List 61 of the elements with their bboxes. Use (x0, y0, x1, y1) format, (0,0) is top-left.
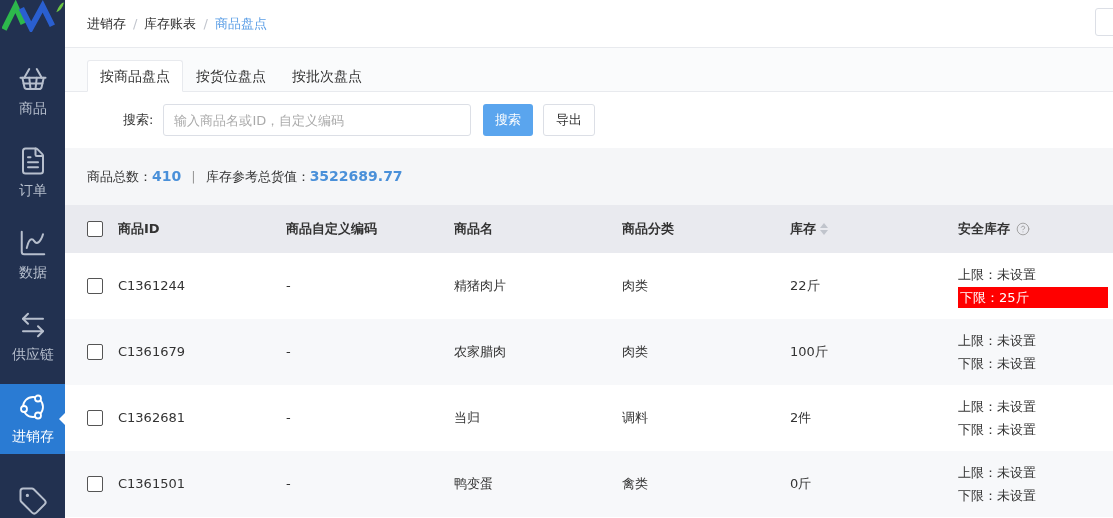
breadcrumb-separator: / (133, 14, 138, 33)
table-cell: 调料 (622, 410, 648, 426)
table-cell: 肉类 (622, 344, 648, 360)
table-cell-text: 上限：未设置 (958, 397, 1037, 416)
table-cell: 肉类 (622, 278, 648, 294)
table-cell: C1362681 (118, 410, 185, 426)
count-value: 410 (152, 167, 182, 186)
column-header: 商品ID (118, 220, 160, 239)
stock-alert: 下限：25斤 (958, 287, 1108, 308)
column-header: 商品名 (454, 220, 493, 239)
tag-icon (17, 486, 48, 516)
checkbox[interactable] (87, 476, 103, 492)
column-header: 库存 (790, 220, 816, 239)
column-header: 商品自定义编码 (286, 220, 377, 239)
checkbox[interactable] (87, 221, 103, 237)
total-value: 3522689.77 (309, 167, 403, 186)
breadcrumb-separator: / (203, 14, 208, 33)
logo-icon (2, 0, 64, 32)
tab[interactable]: 按商品盘点 (87, 60, 183, 92)
table-cell-text: 上限：未设置 (958, 265, 1037, 284)
table-cell: 100斤 (790, 344, 828, 360)
table-cell: 22斤 (790, 278, 820, 294)
table-cell-text: 上限：未设置 (958, 463, 1037, 482)
nav-item[interactable]: 数据 (0, 220, 65, 290)
table-cell: C1361244 (118, 278, 185, 294)
column-header: 商品分类 (622, 220, 674, 239)
table-cell: 鸭变蛋 (454, 476, 493, 492)
table-cell: - (286, 344, 291, 360)
search-field[interactable]: 输入商品名或ID，自定义编码 (163, 104, 472, 136)
table-cell: C1361679 (118, 344, 185, 360)
nav-item[interactable]: 供应链 (0, 302, 65, 372)
column-header: 安全库存 (958, 220, 1010, 239)
checkbox[interactable] (87, 344, 103, 360)
breadcrumb-link[interactable]: 库存账表 (144, 13, 197, 34)
tab[interactable]: 按货位盘点 (183, 60, 279, 92)
separator: | (191, 167, 196, 186)
table-cell-text: 下限：未设置 (958, 420, 1037, 439)
table-cell: 当归 (454, 410, 480, 426)
value-label: 库存参考总货值： (205, 167, 310, 186)
table-cell: - (286, 278, 291, 294)
table-cell: 禽类 (622, 476, 648, 492)
table-cell: - (286, 476, 291, 492)
table-cell: C1361501 (118, 476, 185, 492)
tab[interactable]: 按批次盘点 (279, 60, 375, 92)
checkbox[interactable] (87, 278, 103, 294)
table-cell-text: 下限：未设置 (958, 486, 1037, 505)
nav-item[interactable]: 进销存 (0, 384, 65, 454)
nav-item[interactable]: 订单 (0, 138, 65, 208)
table-cell: 农家腊肉 (454, 344, 506, 360)
breadcrumb-link[interactable]: 进销存 (87, 13, 126, 34)
count-label: 商品总数： (87, 167, 152, 186)
nav-item[interactable]: 商品 (0, 56, 65, 126)
table-cell-text: 上限：未设置 (958, 331, 1037, 350)
table-cell: - (286, 410, 291, 426)
table-cell-text: 下限：未设置 (958, 354, 1037, 373)
table-cell: 0斤 (790, 476, 812, 492)
search-label: 搜索: (123, 111, 154, 130)
table-cell: 精猪肉片 (454, 278, 506, 294)
table-cell: 2件 (790, 410, 812, 426)
export-button[interactable]: 导出 (543, 104, 596, 136)
checkbox[interactable] (87, 410, 103, 426)
